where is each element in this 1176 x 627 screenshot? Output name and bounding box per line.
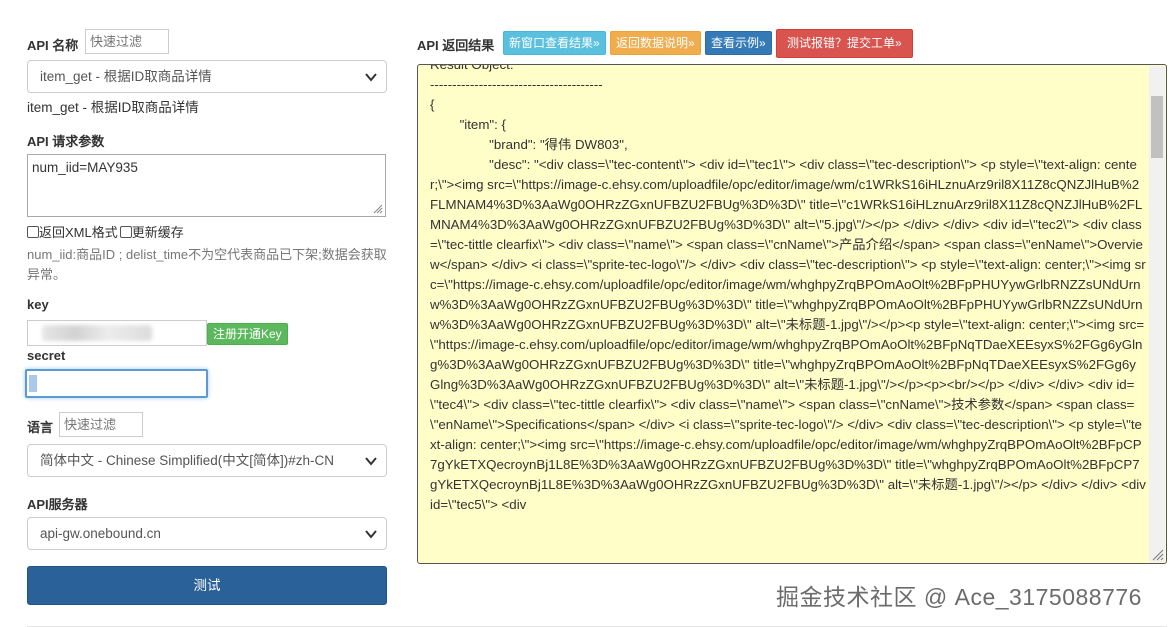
register-key-button[interactable]: 注册开通Key xyxy=(207,323,288,345)
server-label: API服务器 xyxy=(27,497,88,512)
language-select-value: 简体中文 - Chinese Simplified(中文[简体])#zh-CN xyxy=(40,453,335,468)
report-error-button[interactable]: 测试报错？提交工单» xyxy=(776,29,913,58)
cache-checkbox[interactable] xyxy=(119,225,132,238)
params-hint: num_iid:商品ID ; delist_time不为空代表商品已下架;数据会… xyxy=(27,247,387,282)
key-input[interactable] xyxy=(27,320,207,346)
api-name-label: API 名称 xyxy=(27,38,79,53)
test-button[interactable]: 测试 xyxy=(27,566,387,605)
resize-grip-icon[interactable] xyxy=(373,204,383,214)
language-select[interactable]: 简体中文 - Chinese Simplified(中文[简体])#zh-CN xyxy=(27,444,387,477)
xml-checkbox[interactable] xyxy=(27,225,39,238)
server-select-value: api-gw.onebound.cn xyxy=(40,526,161,541)
result-textarea[interactable]: Result Object: -------------------------… xyxy=(417,64,1167,564)
params-textarea[interactable]: num_iid=MAY935 xyxy=(27,154,386,217)
api-description: item_get - 根据ID取商品详情 xyxy=(27,100,199,115)
server-select[interactable]: api-gw.onebound.cn xyxy=(27,517,387,550)
api-select[interactable]: item_get - 根据ID取商品详情 xyxy=(27,60,387,93)
data-desc-button[interactable]: 返回数据说明» xyxy=(610,31,701,55)
watermark: 掘金技术社区 @ Ace_3175088776 xyxy=(776,584,1142,610)
api-filter-input[interactable] xyxy=(85,29,169,54)
blurred-secret-value xyxy=(29,375,37,392)
language-filter-input[interactable] xyxy=(59,412,143,437)
blurred-key-value xyxy=(42,325,152,341)
chevron-down-icon xyxy=(365,457,377,466)
secret-label: secret xyxy=(27,348,66,363)
cache-checkbox-label: 更新缓存 xyxy=(131,225,184,240)
params-value: num_iid=MAY935 xyxy=(32,160,138,175)
secret-input[interactable] xyxy=(25,369,208,398)
new-window-button[interactable]: 新窗口查看结果» xyxy=(503,31,606,55)
resize-grip-icon[interactable] xyxy=(1152,549,1164,561)
view-example-button[interactable]: 查看示例» xyxy=(705,31,772,55)
result-label: API 返回结果 xyxy=(417,38,495,53)
language-label: 语言 xyxy=(27,420,54,435)
chevron-down-icon xyxy=(365,530,377,539)
scrollbar-thumb[interactable] xyxy=(1151,96,1163,158)
xml-checkbox-label: 返回XML格式 xyxy=(39,225,118,240)
api-select-value: item_get - 根据ID取商品详情 xyxy=(40,69,212,84)
result-scrollbar[interactable] xyxy=(1149,66,1165,562)
result-text: Result Object: -------------------------… xyxy=(430,64,1146,512)
key-label: key xyxy=(27,297,49,312)
chevron-down-icon xyxy=(365,73,377,82)
params-label: API 请求参数 xyxy=(27,134,105,149)
